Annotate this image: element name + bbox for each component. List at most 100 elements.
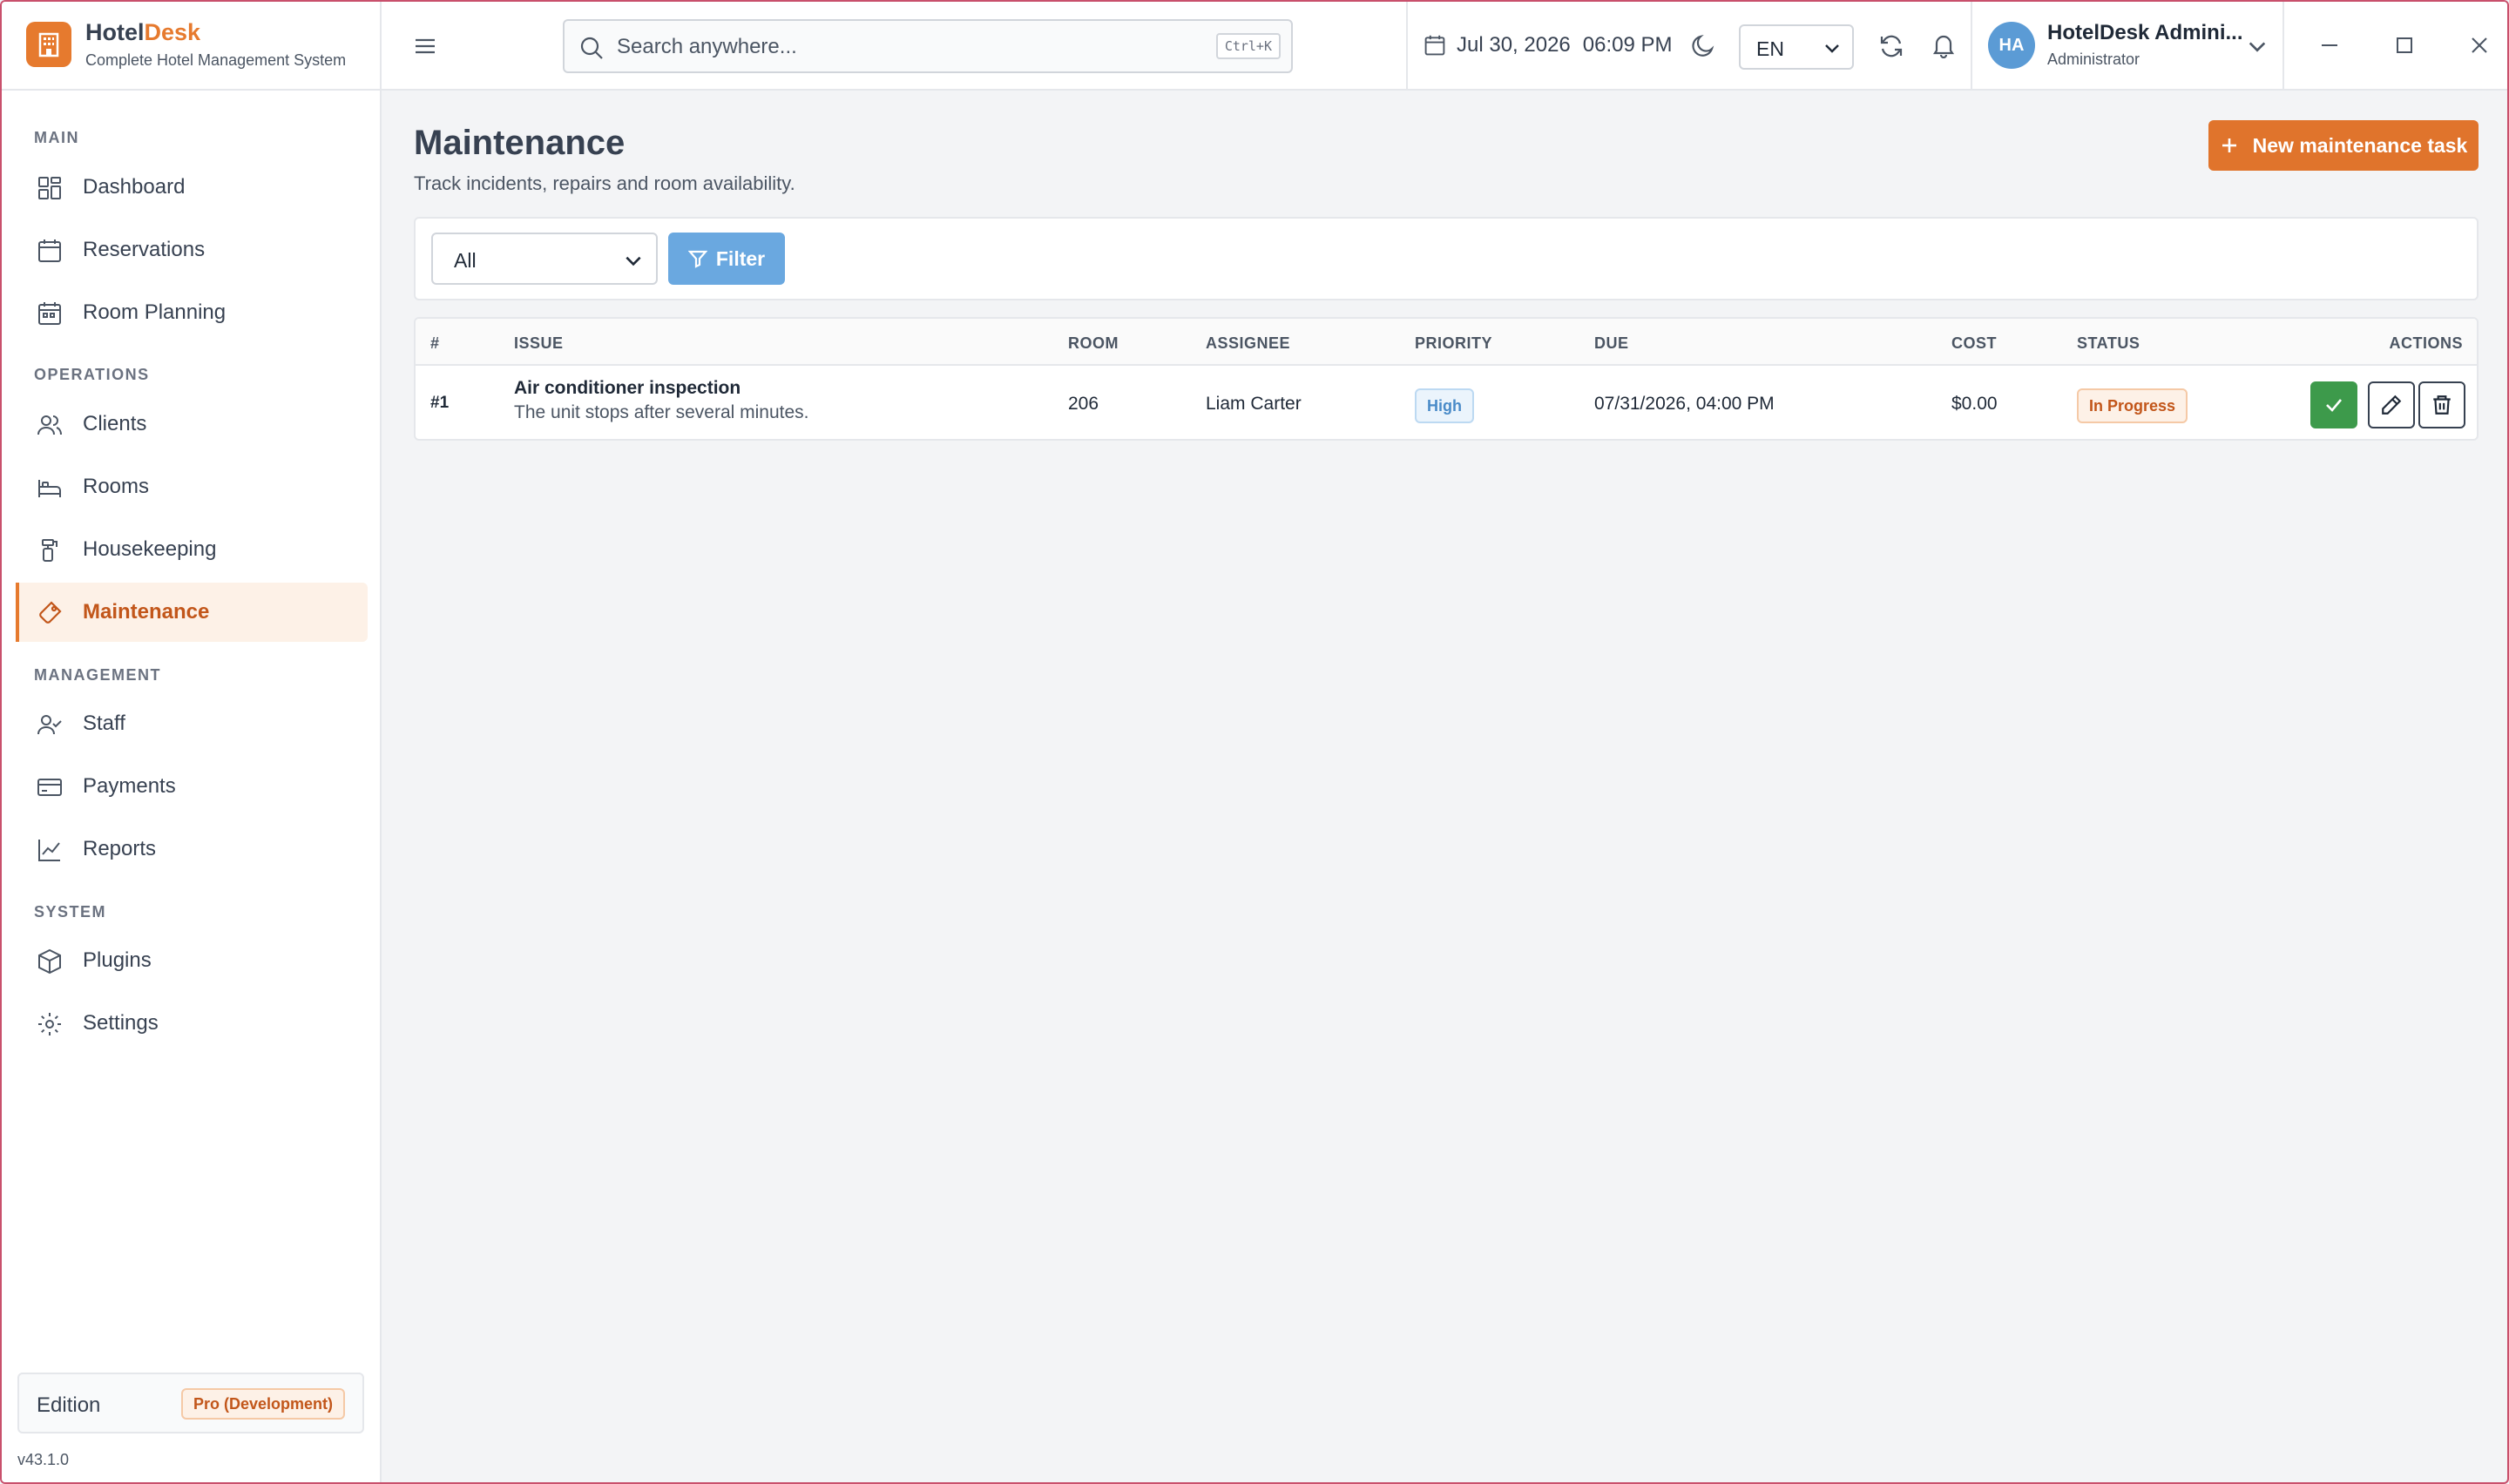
avatar[interactable]: HA [1988,22,2035,69]
hamburger-menu-icon[interactable] [412,33,438,59]
column-header-due: DUE [1594,334,1629,352]
edition-badge: Pro (Development) [180,1388,345,1420]
calendar-grid-icon [38,302,61,325]
column-header-actions: ACTIONS [2389,334,2463,352]
divider [2282,2,2284,91]
user-name[interactable]: HotelDesk Admini... [2047,21,2242,45]
sidebar-item-reservations[interactable]: Reservations [16,220,368,280]
dark-mode-toggle-icon[interactable] [1690,33,1716,59]
edition-box: Edition Pro (Development) [17,1373,364,1433]
nav-section-system: SYSTEM [34,903,107,921]
minimize-window-icon[interactable] [2314,30,2345,61]
column-header-issue: ISSUE [514,334,564,352]
bell-icon[interactable] [1931,32,1957,58]
sidebar-item-clients[interactable]: Clients [16,395,368,454]
nav-section-main: MAIN [34,129,79,146]
line-chart-icon [38,840,60,861]
current-time: 06:09 PM [1582,33,1673,57]
package-icon [38,948,61,975]
column-header-number: # [430,334,440,352]
search-box[interactable]: Ctrl+K [563,19,1293,73]
mark-done-button[interactable] [2310,381,2357,428]
check-icon [2326,399,2342,412]
column-header-cost: COST [1951,334,1998,352]
sidebar-item-reports[interactable]: Reports [16,820,368,879]
search-icon [580,37,603,59]
sidebar-item-label: Plugins [83,948,152,972]
status-badge: In Progress [2077,388,2188,423]
nav-section-management: MANAGEMENT [34,666,161,684]
dashboard-icon [38,177,61,199]
column-header-assignee: ASSIGNEE [1206,334,1291,352]
refresh-icon[interactable] [1878,33,1904,59]
sidebar-item-staff[interactable]: Staff [16,694,368,753]
nav-section-operations: OPERATIONS [34,366,150,383]
filter-bar: All Filter [414,217,2479,300]
filter-button-label: Filter [715,246,766,270]
status-filter-value: All [454,249,477,272]
brand-name: HotelDesk [85,19,201,45]
current-datetime: Jul 30, 2026 06:09 PM [1424,33,1673,57]
sidebar-item-label: Dashboard [83,175,186,199]
topbar: Ctrl+K Jul 30, 2026 06:09 PM EN HA Hotel… [382,2,2507,91]
chevron-down-icon [1825,44,1839,53]
edition-label: Edition [37,1393,101,1417]
search-shortcut-hint: Ctrl+K [1215,33,1281,59]
search-input[interactable] [617,31,1140,63]
room-number: 206 [1068,394,1099,414]
edit-task-button[interactable] [2368,381,2415,428]
sidebar-item-rooms[interactable]: Rooms [16,457,368,516]
cost-value: $0.00 [1951,394,1998,414]
language-value: EN [1756,37,1784,60]
trash-icon [2433,395,2451,415]
users-icon [37,415,62,435]
delete-task-button[interactable] [2418,381,2465,428]
issue-title: Air conditioner inspection [514,378,741,398]
plus-icon [2222,138,2236,152]
credit-card-icon [37,779,62,796]
chevron-down-icon[interactable] [2246,35,2269,57]
priority-badge: High [1415,388,1474,423]
close-window-icon[interactable] [2464,30,2495,61]
divider [1971,2,1972,91]
sidebar-item-label: Housekeeping [83,537,217,561]
table-row[interactable]: #1 Air conditioner inspection The unit s… [416,368,2477,439]
new-maintenance-task-label: New maintenance task [2252,133,2468,157]
user-check-icon [37,715,62,735]
sidebar-item-housekeeping[interactable]: Housekeeping [16,520,368,579]
sidebar-item-dashboard[interactable]: Dashboard [16,158,368,217]
bed-icon [38,480,61,497]
column-header-priority: PRIORITY [1415,334,1493,352]
sidebar-item-plugins[interactable]: Plugins [16,931,368,990]
maximize-window-icon[interactable] [2389,30,2420,61]
new-maintenance-task-button[interactable]: New maintenance task [2208,120,2479,171]
sidebar-item-label: Staff [83,712,125,735]
sidebar: HotelDesk Complete Hotel Management Syst… [2,2,382,1482]
sidebar-item-label: Reservations [83,238,206,261]
user-role: Administrator [2047,51,2140,68]
column-header-room: ROOM [1068,334,1119,352]
status-filter-select[interactable]: All [431,233,658,285]
language-select[interactable]: EN [1739,24,1854,70]
sidebar-item-payments[interactable]: Payments [16,757,368,816]
filter-button[interactable]: Filter [668,233,785,285]
sidebar-item-settings[interactable]: Settings [16,994,368,1053]
due-date: 07/31/2026, 04:00 PM [1594,394,1775,414]
current-date: Jul 30, 2026 [1457,33,1571,57]
brand-header: HotelDesk Complete Hotel Management Syst… [2,2,382,91]
sidebar-item-label: Room Planning [83,300,227,324]
brand-subtitle: Complete Hotel Management System [85,51,347,69]
sidebar-item-label: Reports [83,837,157,860]
sidebar-item-label: Payments [83,774,176,798]
chevron-down-icon [626,256,641,266]
sidebar-item-label: Maintenance [83,600,210,624]
calendar-icon [38,239,61,262]
maintenance-table: # ISSUE ROOM ASSIGNEE PRIORITY DUE COST … [414,317,2479,441]
page-title: Maintenance [414,124,626,162]
sidebar-item-label: Rooms [83,475,150,498]
sidebar-item-maintenance[interactable]: Maintenance [16,583,368,642]
version-label: v43.1.0 [17,1451,70,1468]
sidebar-item-label: Clients [83,412,147,435]
housekeeping-icon [42,539,57,562]
sidebar-item-room-planning[interactable]: Room Planning [16,283,368,342]
